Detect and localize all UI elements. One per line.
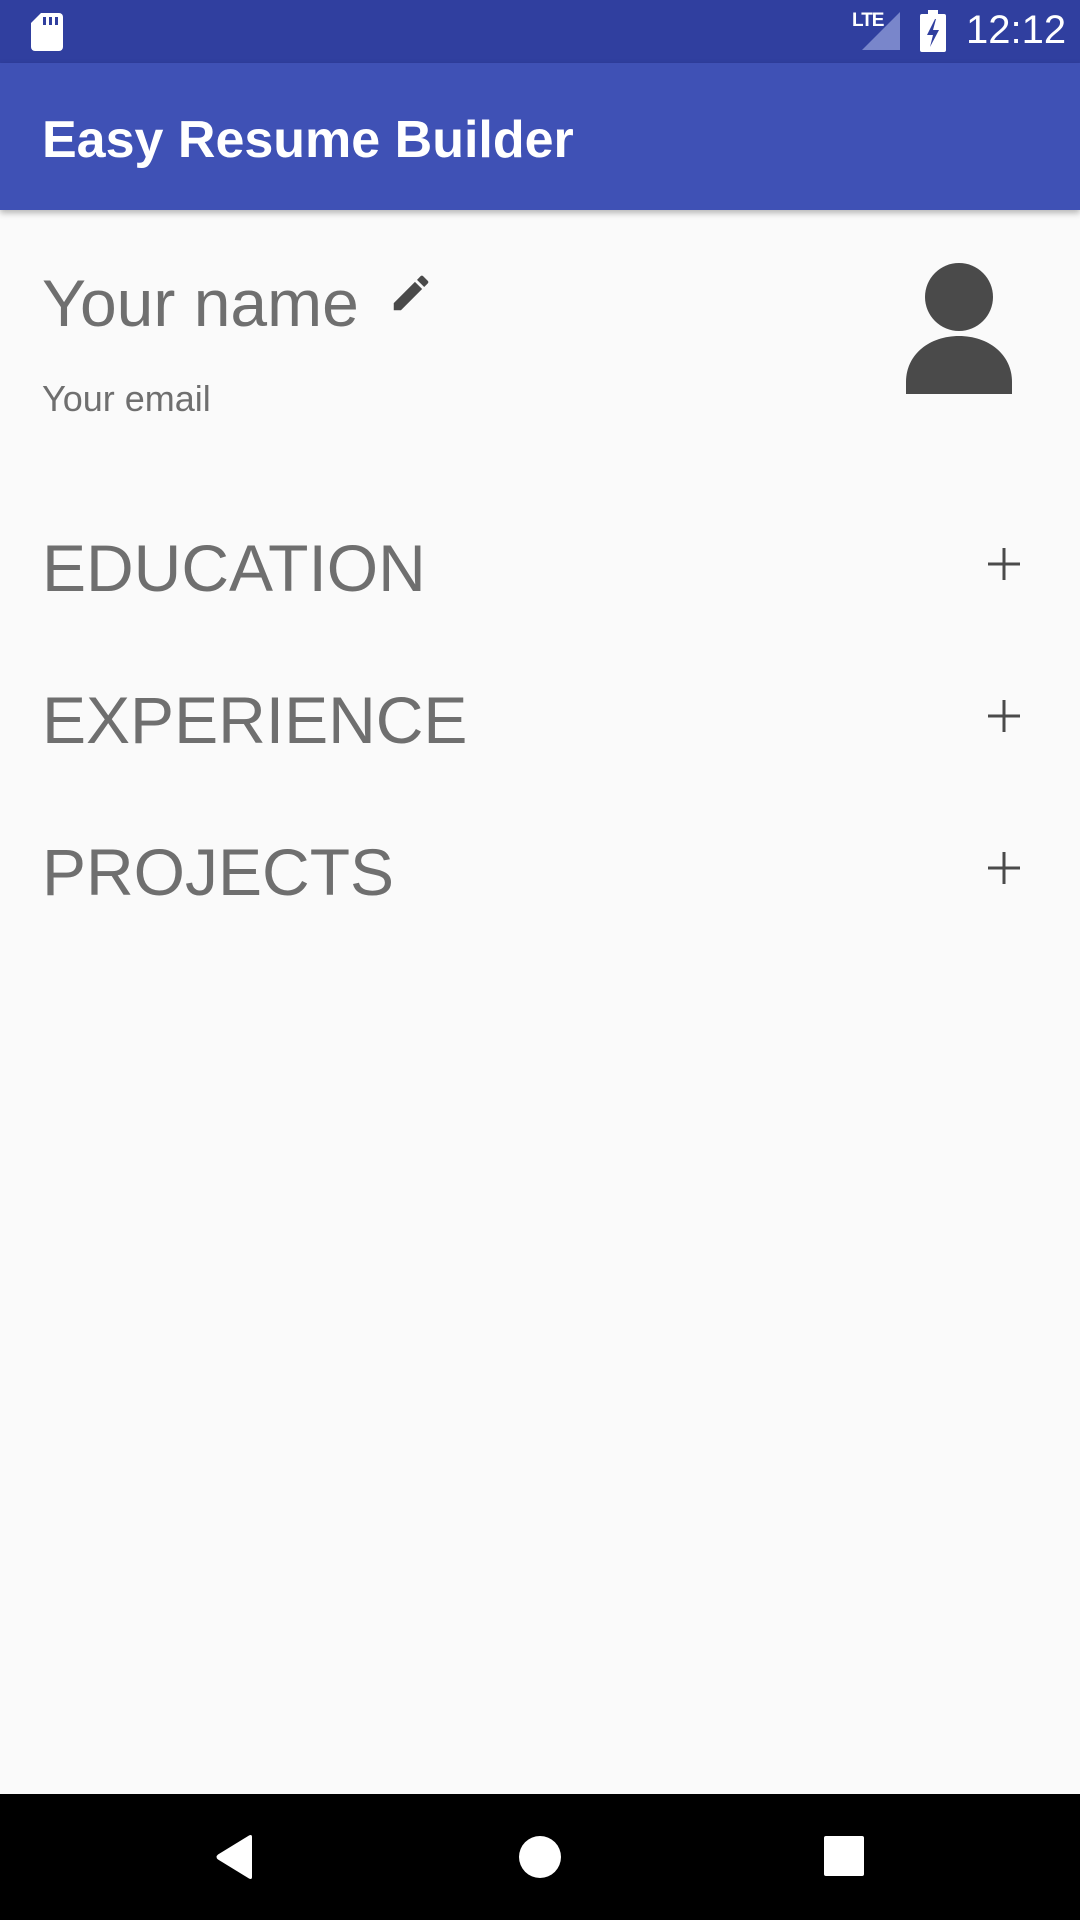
back-icon[interactable] <box>214 1834 256 1880</box>
screen: LTE 12:12 Easy Resume Builder Your name … <box>0 0 1080 1920</box>
status-clock: 12:12 <box>966 8 1067 52</box>
battery-charging-icon <box>920 10 946 52</box>
section-education[interactable]: EDUCATION <box>0 498 1080 628</box>
profile-name[interactable]: Your name <box>42 265 359 341</box>
sd-card-icon <box>31 13 63 51</box>
section-label-education: EDUCATION <box>42 531 426 605</box>
recents-icon[interactable] <box>824 1836 864 1876</box>
pencil-icon[interactable] <box>388 270 434 316</box>
plus-icon[interactable] <box>986 546 1022 582</box>
resume-content: Your name Your email EDUCATION EXPERIENC… <box>0 210 1080 1794</box>
section-label-projects: PROJECTS <box>42 835 395 909</box>
profile-email[interactable]: Your email <box>42 378 211 420</box>
section-experience[interactable]: EXPERIENCE <box>0 650 1080 780</box>
section-projects[interactable]: PROJECTS <box>0 802 1080 932</box>
section-label-experience: EXPERIENCE <box>42 683 468 757</box>
plus-icon[interactable] <box>986 850 1022 886</box>
home-icon[interactable] <box>518 1835 562 1879</box>
signal-icon <box>862 12 900 50</box>
system-nav-bar <box>0 1794 1080 1920</box>
plus-icon[interactable] <box>986 698 1022 734</box>
status-bar: LTE 12:12 <box>0 0 1080 63</box>
app-title: Easy Resume Builder <box>42 111 574 169</box>
person-icon[interactable] <box>906 262 1012 394</box>
app-bar: Easy Resume Builder <box>0 63 1080 210</box>
